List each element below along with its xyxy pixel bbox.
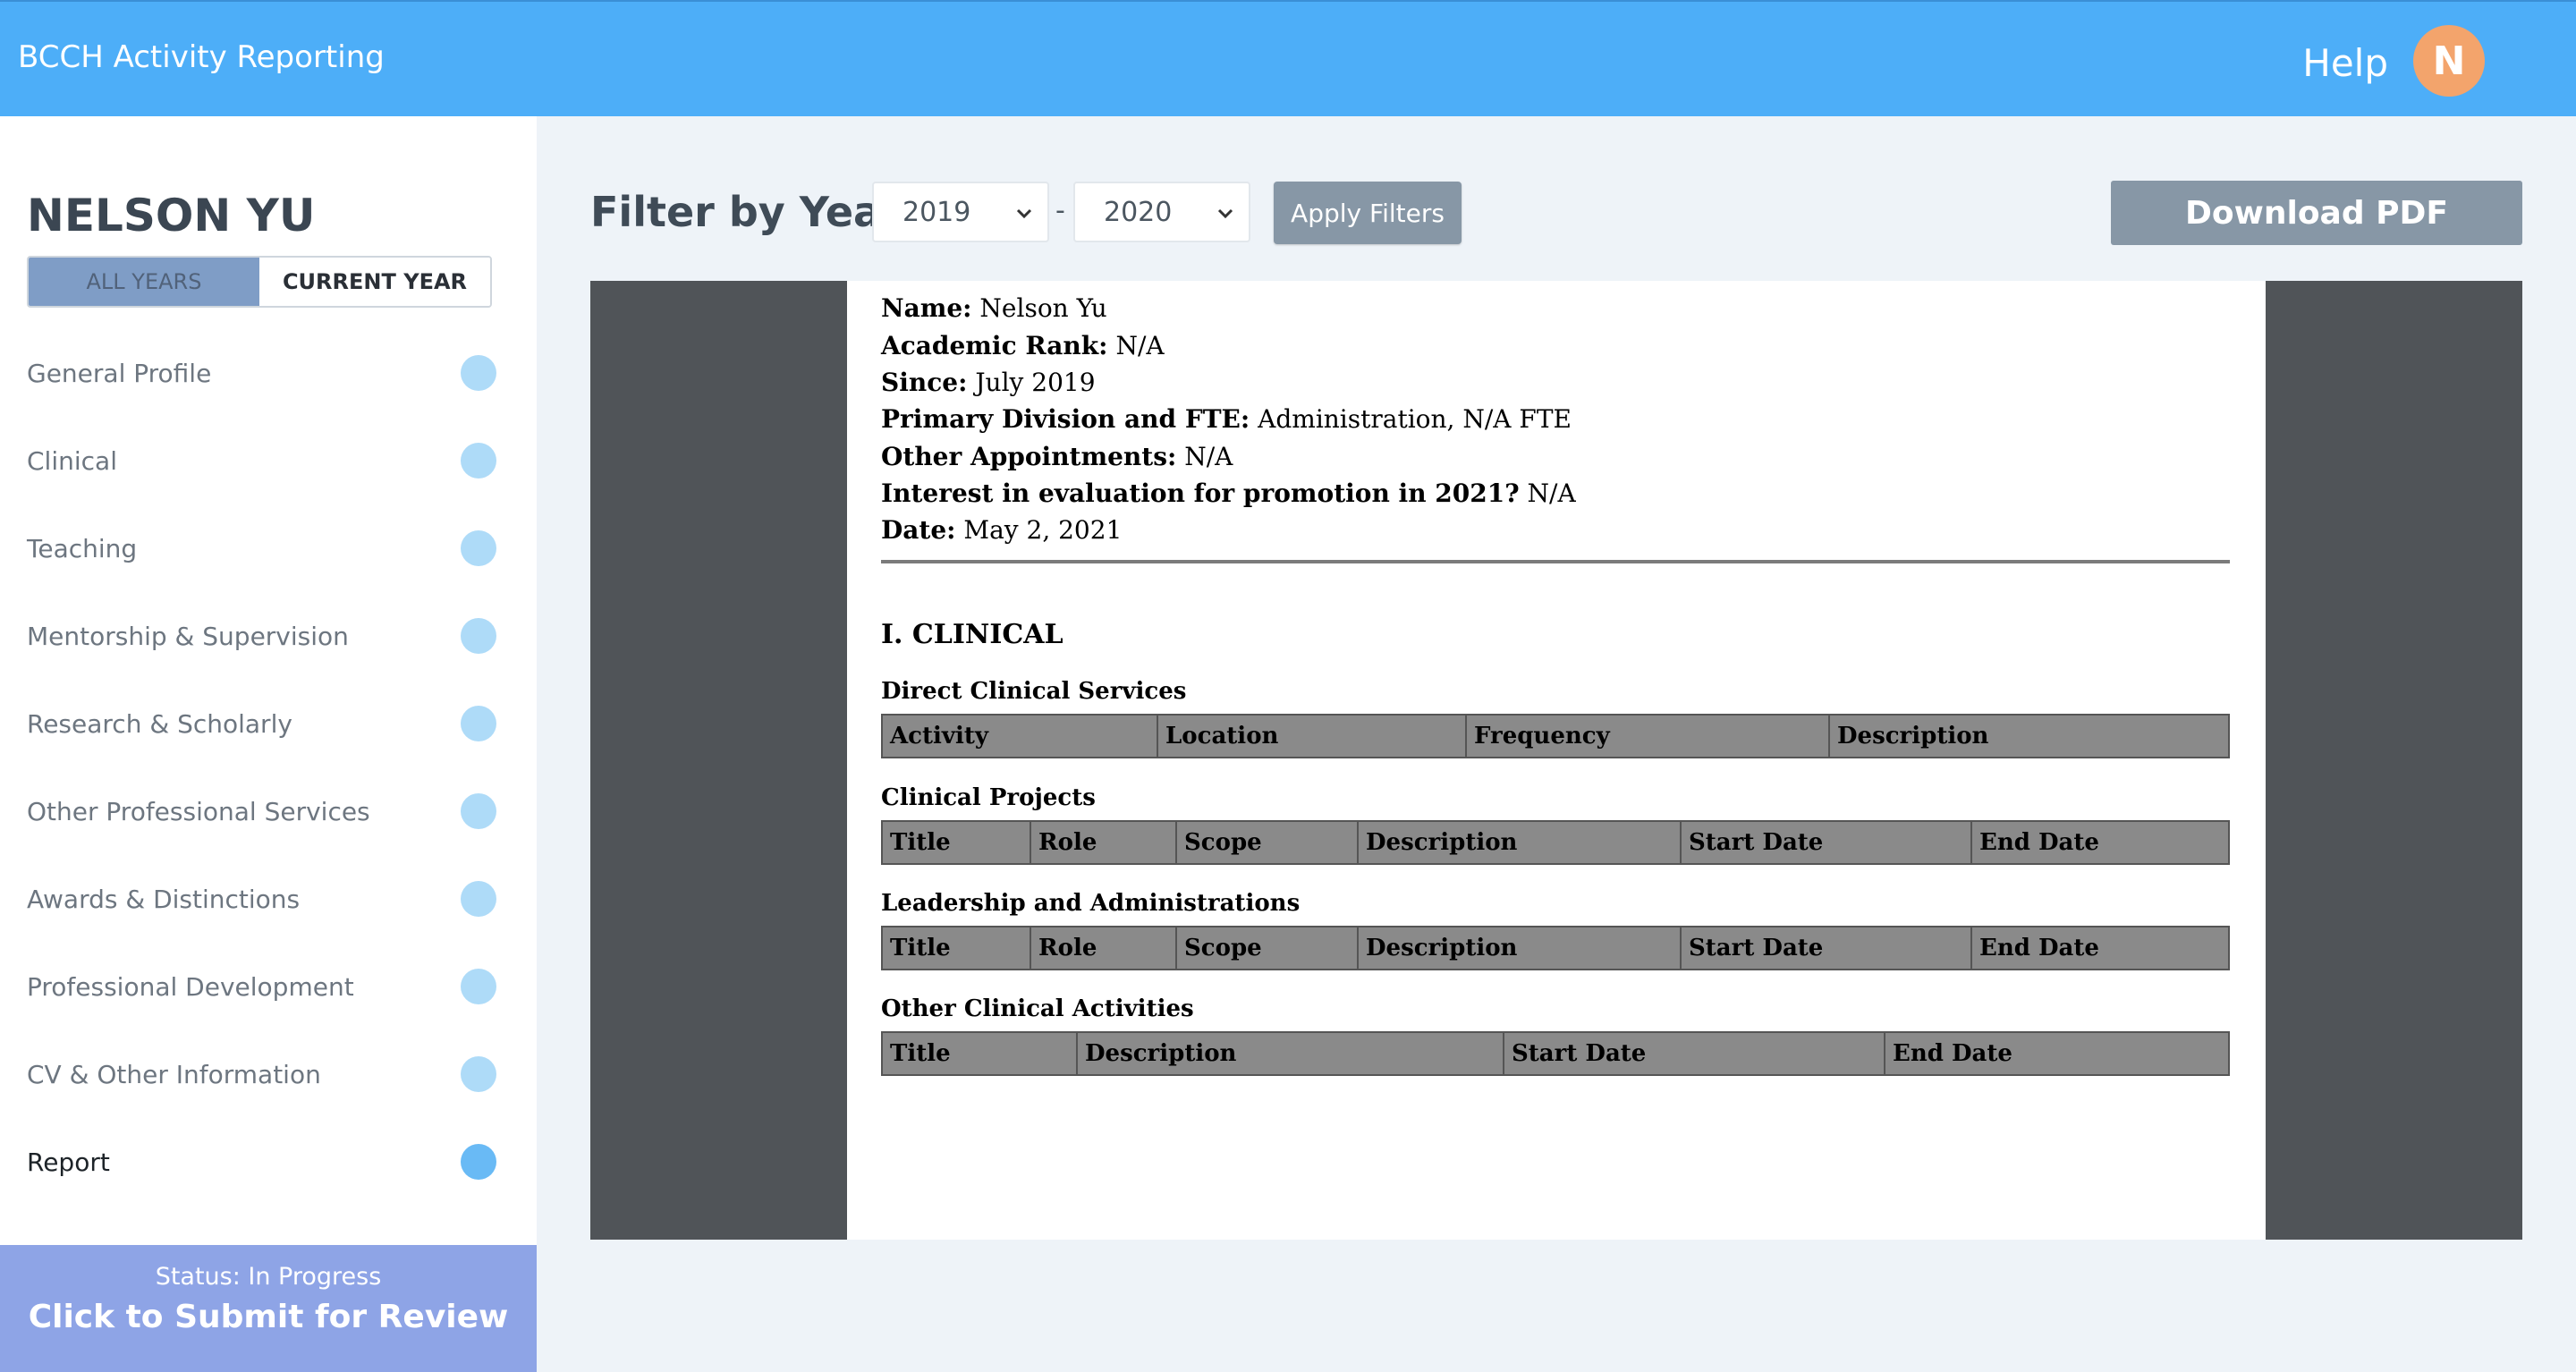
- column-header: Role: [1031, 822, 1177, 863]
- apply-filters-button[interactable]: Apply Filters: [1274, 182, 1462, 244]
- sidebar-item-clinical[interactable]: Clinical: [0, 417, 537, 504]
- sidebar-item-label: Teaching: [27, 533, 138, 563]
- sidebar-nav: General Profile Clinical Teaching Mentor…: [0, 329, 537, 1206]
- info-date: Date: May 2, 2021: [881, 515, 1123, 545]
- table-title: Clinical Projects: [881, 784, 1096, 811]
- status-dot-icon: [461, 1056, 496, 1092]
- table-title: Direct Clinical Services: [881, 678, 1187, 705]
- column-header: Description: [1078, 1033, 1504, 1074]
- sidebar-item-label: Awards & Distinctions: [27, 884, 301, 914]
- sidebar-item-label: Mentorship & Supervision: [27, 621, 349, 651]
- column-header: Description: [1837, 723, 1989, 750]
- status-dot-icon: [461, 1144, 496, 1180]
- sidebar-item-label: Report: [27, 1147, 110, 1177]
- column-header: Scope: [1177, 822, 1359, 863]
- table-header: Title Role Scope Description Start Date …: [881, 926, 2230, 970]
- sidebar-item-other-professional-services[interactable]: Other Professional Services: [0, 767, 537, 855]
- info-academic-rank: Academic Rank: N/A: [881, 331, 1165, 360]
- column-header: Title: [883, 1033, 1078, 1074]
- app-title[interactable]: BCCH Activity Reporting: [18, 39, 385, 75]
- status-text: Status: In Progress: [155, 1263, 382, 1291]
- sidebar-item-label: General Profile: [27, 358, 212, 388]
- status-dot-icon: [461, 969, 496, 1004]
- sidebar-item-cv-other[interactable]: CV & Other Information: [0, 1030, 537, 1118]
- table-title: Leadership and Administrations: [881, 890, 1301, 917]
- avatar[interactable]: N: [2413, 25, 2485, 97]
- table-header: Activity Location Frequency Description: [881, 714, 2230, 758]
- sidebar-item-report[interactable]: Report: [0, 1118, 537, 1206]
- status-dot-icon: [461, 355, 496, 391]
- filter-label: Filter by Year:: [590, 188, 919, 236]
- status-dot-icon: [461, 706, 496, 741]
- status-dot-icon: [461, 618, 496, 654]
- sidebar-item-label: Research & Scholarly: [27, 708, 292, 739]
- from-year-select[interactable]: 2019: [872, 182, 1049, 242]
- status-dot-icon: [461, 443, 496, 479]
- column-header: Role: [1031, 927, 1177, 969]
- info-since: Since: July 2019: [881, 368, 1096, 397]
- status-dot-icon: [461, 881, 496, 917]
- current-year-button[interactable]: CURRENT YEAR: [259, 258, 490, 306]
- section-title: I. CLINICAL: [881, 619, 1063, 650]
- column-header: End Date: [1979, 829, 2099, 856]
- column-header: Start Date: [1682, 822, 1972, 863]
- info-other-appointments: Other Appointments: N/A: [881, 442, 1233, 471]
- column-header: Title: [883, 822, 1031, 863]
- column-header: Start Date: [1504, 1033, 1885, 1074]
- all-years-button[interactable]: ALL YEARS: [29, 258, 259, 306]
- column-header: Activity: [883, 716, 1158, 757]
- chevron-down-icon: [1016, 208, 1032, 219]
- sidebar-item-teaching[interactable]: Teaching: [0, 504, 537, 592]
- column-header: End Date: [1893, 1040, 2012, 1067]
- from-year-value: 2019: [902, 196, 971, 228]
- sidebar: NELSON YU ALL YEARS CURRENT YEAR General…: [0, 116, 537, 1372]
- to-year-value: 2020: [1104, 196, 1173, 228]
- column-header: Scope: [1177, 927, 1359, 969]
- column-header: Description: [1359, 822, 1682, 863]
- status-dot-icon: [461, 530, 496, 566]
- sidebar-item-label: Professional Development: [27, 971, 354, 1002]
- divider: [881, 560, 2230, 563]
- sidebar-item-general-profile[interactable]: General Profile: [0, 329, 537, 417]
- status-dot-icon: [461, 793, 496, 829]
- column-header: Start Date: [1682, 927, 1972, 969]
- sidebar-item-label: CV & Other Information: [27, 1059, 321, 1089]
- submit-label: Click to Submit for Review: [28, 1299, 509, 1335]
- sidebar-item-research[interactable]: Research & Scholarly: [0, 680, 537, 767]
- info-name: Name: Nelson Yu: [881, 293, 1107, 323]
- download-pdf-button[interactable]: Download PDF: [2111, 181, 2522, 245]
- column-header: Frequency: [1467, 716, 1830, 757]
- column-header: Description: [1359, 927, 1682, 969]
- submit-for-review-button[interactable]: Status: In Progress Click to Submit for …: [0, 1245, 537, 1372]
- info-promotion-interest: Interest in evaluation for promotion in …: [881, 479, 1576, 508]
- column-header: End Date: [1979, 935, 2099, 961]
- sidebar-item-awards[interactable]: Awards & Distinctions: [0, 855, 537, 943]
- column-header: Title: [883, 927, 1031, 969]
- table-header: Title Description Start Date End Date: [881, 1031, 2230, 1076]
- column-header: Location: [1158, 716, 1467, 757]
- chevron-down-icon: [1217, 208, 1233, 219]
- sidebar-item-label: Clinical: [27, 445, 117, 476]
- report-viewer[interactable]: Name: Nelson Yu Academic Rank: N/A Since…: [590, 281, 2522, 1240]
- sidebar-item-label: Other Professional Services: [27, 796, 370, 826]
- user-name: NELSON YU: [27, 190, 316, 241]
- sidebar-item-professional-development[interactable]: Professional Development: [0, 943, 537, 1030]
- to-year-select[interactable]: 2020: [1073, 182, 1250, 242]
- table-title: Other Clinical Activities: [881, 995, 1194, 1022]
- year-separator: -: [1055, 195, 1065, 226]
- help-link[interactable]: Help: [2302, 41, 2388, 85]
- table-header: Title Role Scope Description Start Date …: [881, 820, 2230, 865]
- top-navbar: BCCH Activity Reporting Help N: [0, 0, 2576, 116]
- info-primary-division: Primary Division and FTE: Administration…: [881, 404, 1572, 434]
- year-toggle: ALL YEARS CURRENT YEAR: [27, 256, 492, 308]
- sidebar-item-mentorship[interactable]: Mentorship & Supervision: [0, 592, 537, 680]
- report-page: Name: Nelson Yu Academic Rank: N/A Since…: [847, 281, 2266, 1240]
